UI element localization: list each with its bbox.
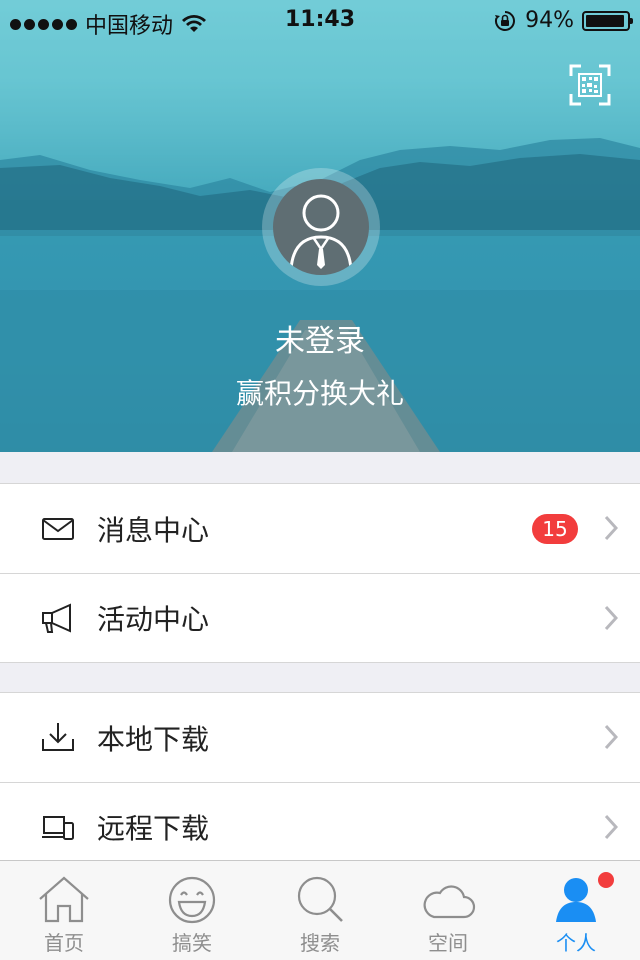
chevron-right-icon — [604, 814, 618, 840]
devices-icon — [42, 816, 74, 840]
menu-item-remote-download[interactable]: 远程下载 — [0, 782, 640, 871]
profile-header: 中国移动 11:43 94% 未登录 赢积分换大礼 — [0, 0, 640, 452]
tab-label: 搞笑 — [172, 931, 212, 955]
menu-group-downloads: 本地下载 远程下载 — [0, 692, 640, 872]
status-bar: 中国移动 11:43 94% — [0, 0, 640, 40]
cloud-icon — [423, 885, 476, 919]
menu-item-message-center[interactable]: 消息中心 15 — [0, 484, 640, 573]
tab-bar: 首页 搞笑 搜索 空间 个人 — [0, 860, 640, 960]
chevron-right-icon — [604, 605, 618, 631]
tab-home[interactable]: 首页 — [0, 861, 128, 960]
qr-scan-button[interactable] — [569, 64, 611, 106]
tab-profile[interactable]: 个人 — [512, 861, 640, 960]
battery-icon — [582, 10, 633, 31]
chevron-right-icon — [604, 724, 618, 750]
tab-search[interactable]: 搜索 — [256, 861, 384, 960]
tab-label: 首页 — [44, 931, 84, 955]
menu-item-activity-center[interactable]: 活动中心 — [0, 573, 640, 662]
points-promo-text: 赢积分换大礼 — [235, 377, 404, 410]
smile-icon — [168, 876, 216, 924]
tab-label: 个人 — [556, 931, 596, 955]
person-icon — [556, 878, 596, 922]
orientation-lock-icon — [495, 10, 516, 31]
menu-item-label: 远程下载 — [97, 812, 210, 845]
tab-label: 搜索 — [300, 931, 340, 955]
menu-item-label: 本地下载 — [97, 722, 210, 756]
avatar — [273, 179, 369, 275]
battery-percent: 94% — [525, 8, 574, 33]
search-icon — [297, 876, 343, 922]
menu-group-messages: 消息中心 15 活动中心 — [0, 483, 640, 663]
megaphone-icon — [42, 603, 71, 633]
tab-label: 空间 — [428, 931, 468, 955]
default-user-icon — [289, 194, 353, 270]
menu-item-label: 消息中心 — [97, 513, 210, 547]
tab-funny[interactable]: 搞笑 — [128, 861, 256, 960]
qr-code-icon — [569, 64, 611, 106]
avatar-button[interactable] — [262, 168, 380, 286]
home-icon — [39, 876, 89, 923]
unread-count-badge: 15 — [532, 514, 578, 544]
tab-space[interactable]: 空间 — [384, 861, 512, 960]
chevron-right-icon — [604, 515, 618, 541]
download-icon — [42, 723, 74, 751]
envelope-icon — [42, 518, 74, 540]
login-status-text[interactable]: 未登录 — [0, 316, 640, 360]
notification-dot — [598, 872, 614, 888]
menu-item-local-download[interactable]: 本地下载 — [0, 693, 640, 782]
menu-item-label: 活动中心 — [97, 603, 210, 636]
